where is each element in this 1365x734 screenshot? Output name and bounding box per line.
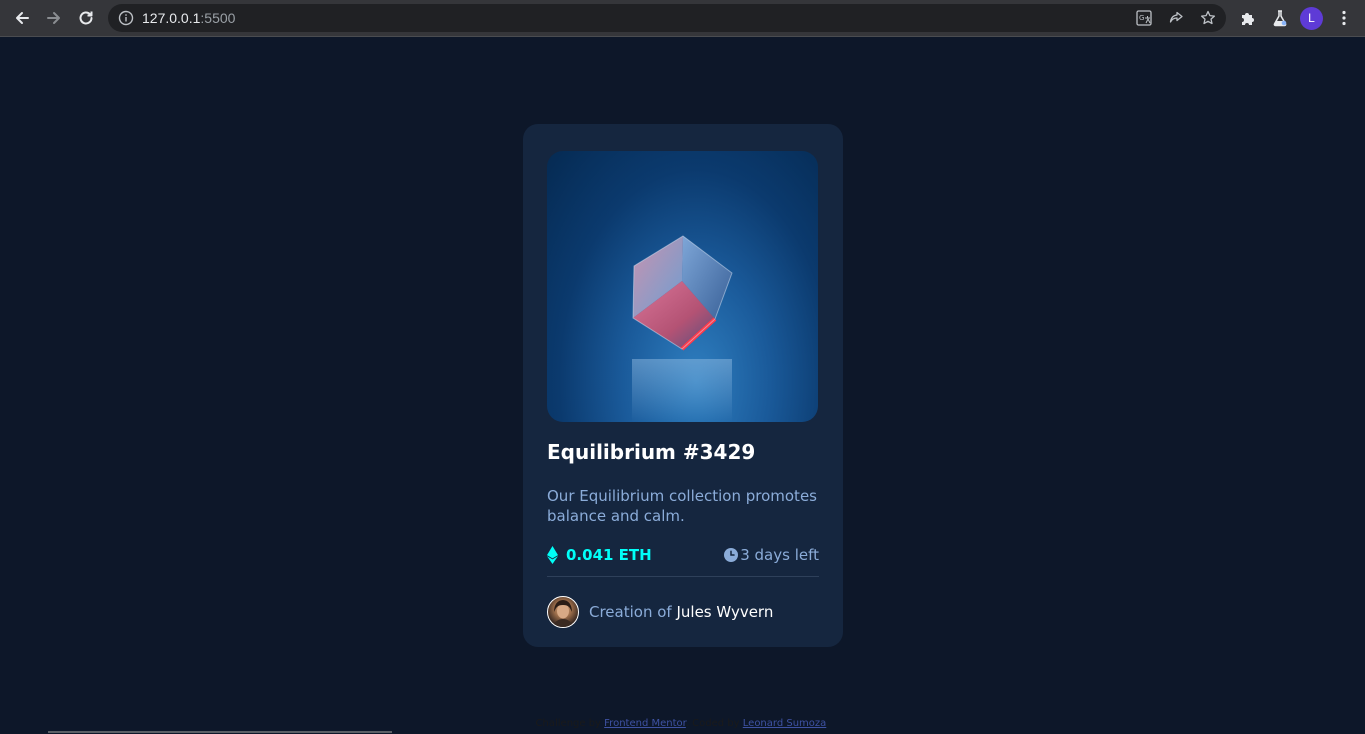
ethereum-icon xyxy=(547,546,558,564)
url-port: :5500 xyxy=(200,10,236,26)
horizontal-scrollbar[interactable] xyxy=(48,731,392,733)
reload-button[interactable] xyxy=(74,6,98,30)
attribution-suffix: . xyxy=(826,718,830,729)
kebab-menu-icon[interactable] xyxy=(1335,9,1353,27)
profile-avatar[interactable]: L xyxy=(1300,7,1323,30)
time-left: 3 days left xyxy=(740,546,819,564)
attribution-coded-by: . Coded by xyxy=(685,718,743,729)
back-arrow-icon xyxy=(16,12,29,24)
creator-portrait xyxy=(553,600,573,627)
creator-row: Creation of Jules Wyvern xyxy=(547,596,819,628)
cube-artwork xyxy=(632,235,733,422)
svg-text:G: G xyxy=(1139,14,1144,22)
card-description: Our Equilibrium collection promotes bala… xyxy=(547,487,817,525)
creator-text: Creation of Jules Wyvern xyxy=(589,603,773,621)
puzzle-icon[interactable] xyxy=(1239,9,1257,27)
address-bar[interactable]: 127.0.0.1:5500 G xyxy=(108,4,1226,32)
creator-name[interactable]: Jules Wyvern xyxy=(676,603,773,621)
divider xyxy=(547,576,819,577)
browser-toolbar: 127.0.0.1:5500 G L xyxy=(0,0,1365,37)
author-link[interactable]: Leonard Sumoza xyxy=(743,718,827,729)
forward-button[interactable] xyxy=(42,6,66,30)
translate-icon[interactable]: G xyxy=(1136,10,1152,26)
nft-preview-card: Equilibrium #3429 Our Equilibrium collec… xyxy=(523,124,843,647)
attribution: Challenge by Frontend Mentor. Coded by L… xyxy=(0,718,1365,729)
url-host: 127.0.0.1 xyxy=(142,10,201,26)
creator-prefix: Creation of xyxy=(589,603,677,621)
flask-icon[interactable] xyxy=(1271,9,1289,27)
clock-icon xyxy=(724,548,738,562)
share-icon[interactable] xyxy=(1168,10,1184,26)
price-row: 0.041 ETH 3 days left xyxy=(547,546,819,566)
nft-image[interactable] xyxy=(547,151,818,422)
forward-arrow-icon xyxy=(47,12,60,24)
creator-avatar xyxy=(547,596,579,628)
reload-icon xyxy=(79,11,93,25)
frontend-mentor-link[interactable]: Frontend Mentor xyxy=(604,718,686,729)
info-icon[interactable] xyxy=(118,10,134,26)
card-title[interactable]: Equilibrium #3429 xyxy=(547,440,755,464)
back-button[interactable] xyxy=(10,6,34,30)
attribution-prefix: Challenge by xyxy=(535,718,605,729)
price-value: 0.041 ETH xyxy=(566,546,652,564)
star-icon[interactable] xyxy=(1200,10,1216,26)
url-text[interactable]: 127.0.0.1:5500 xyxy=(142,10,235,26)
